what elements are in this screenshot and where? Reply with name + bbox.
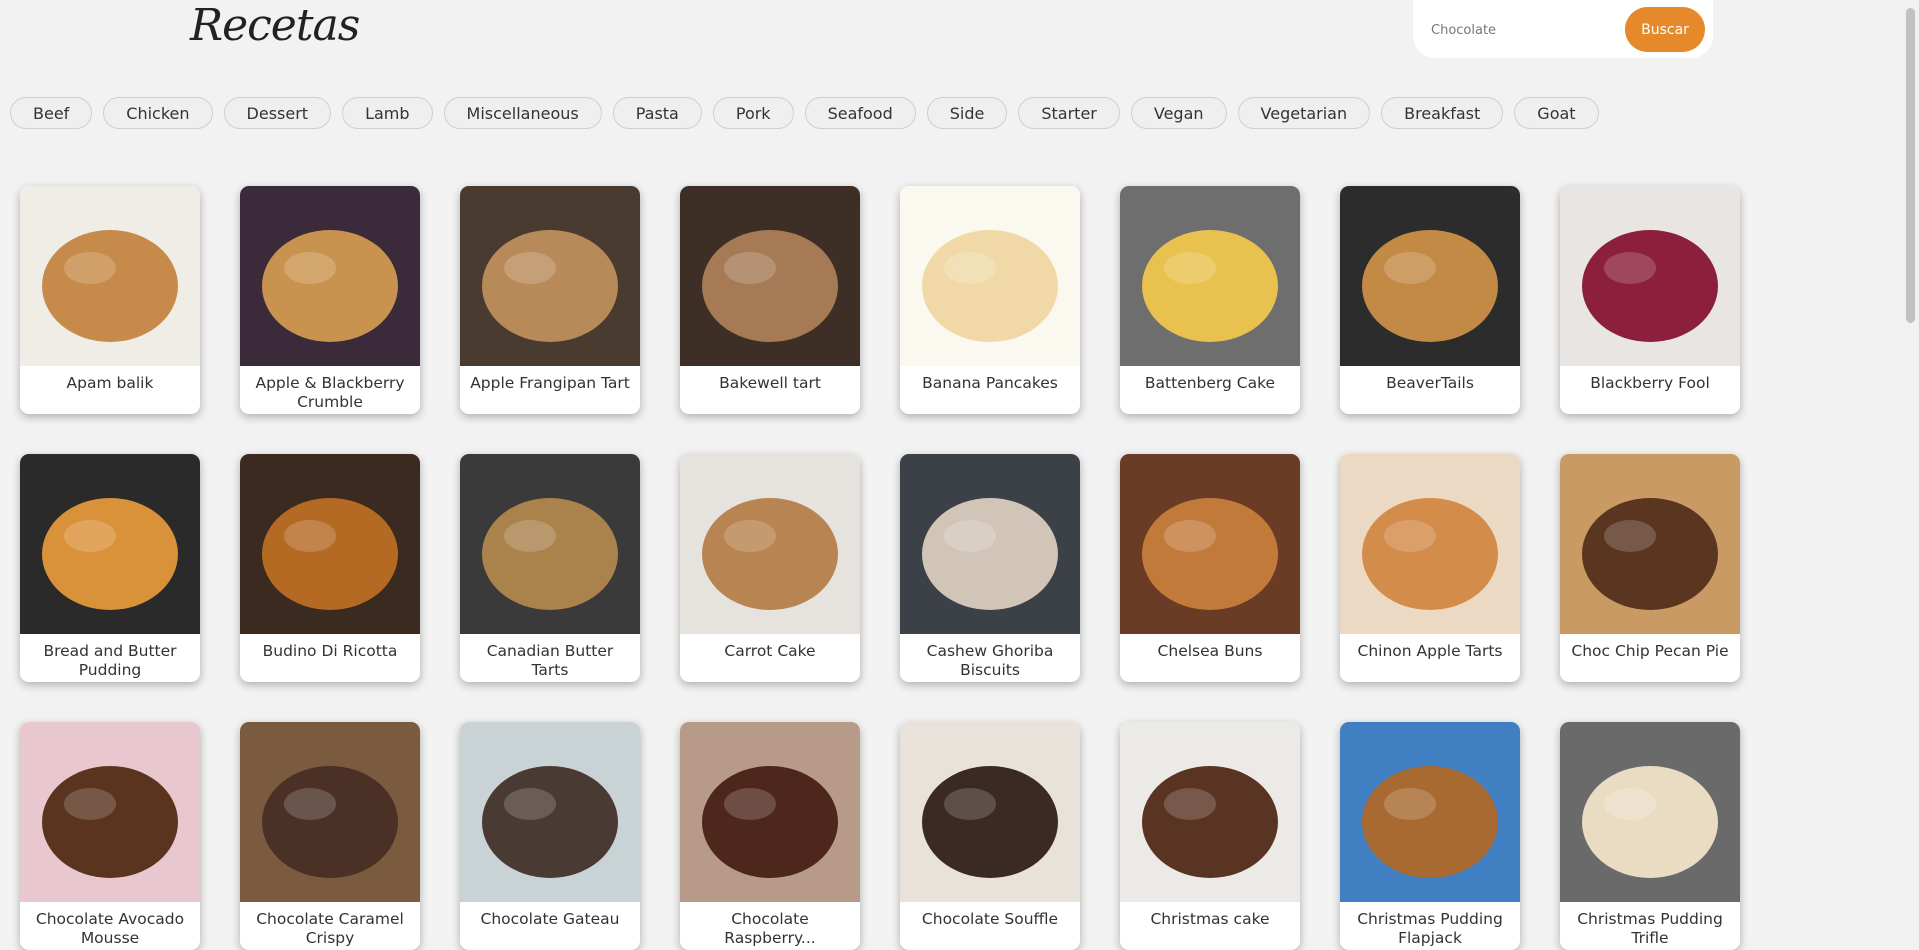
- recipe-card[interactable]: Budino Di Ricotta: [240, 454, 420, 682]
- recipe-title: BeaverTails: [1386, 374, 1474, 392]
- recipe-title: Banana Pancakes: [922, 374, 1058, 392]
- category-filter-bar: Beef Chicken Dessert Lamb Miscellaneous Pasta…: [10, 97, 1599, 129]
- category-miscellaneous[interactable]: Miscellaneous: [443, 97, 602, 129]
- category-vegetarian[interactable]: Vegetarian: [1237, 97, 1371, 129]
- search-bar: Buscar: [1413, 0, 1713, 58]
- recipe-title: Chinon Apple Tarts: [1357, 642, 1503, 660]
- recipe-card[interactable]: Bakewell tart: [680, 186, 860, 414]
- category-vegan[interactable]: Vegan: [1130, 97, 1227, 129]
- recipe-card[interactable]: Choc Chip Pecan Pie: [1560, 454, 1740, 682]
- recipe-card[interactable]: Chocolate Souffle: [900, 722, 1080, 950]
- recipe-title: Chocolate Avocado Mousse: [35, 910, 185, 947]
- recipe-title: Budino Di Ricotta: [262, 642, 398, 660]
- recipe-title: Chocolate Souffle: [921, 910, 1059, 928]
- recipe-image[interactable]: [900, 722, 1080, 902]
- category-starter[interactable]: Starter: [1018, 97, 1120, 129]
- category-side[interactable]: Side: [926, 97, 1008, 129]
- category-lamb[interactable]: Lamb: [342, 97, 433, 129]
- recipe-card[interactable]: BeaverTails: [1340, 186, 1520, 414]
- recipe-image[interactable]: [240, 454, 420, 634]
- recipe-card[interactable]: Chocolate Raspberry...: [680, 722, 860, 950]
- recipe-image[interactable]: [20, 454, 200, 634]
- recipe-title: Bread and Butter Pudding: [43, 642, 177, 679]
- recipe-image[interactable]: [1560, 454, 1740, 634]
- recipe-title: Christmas Pudding Flapjack: [1357, 910, 1503, 947]
- recipe-title: Bakewell tart: [719, 374, 821, 392]
- category-goat[interactable]: Goat: [1514, 97, 1599, 129]
- recipe-card[interactable]: Apam balik: [20, 186, 200, 414]
- recipe-card[interactable]: Carrot Cake: [680, 454, 860, 682]
- recipe-image[interactable]: [1340, 722, 1520, 902]
- recipe-title: Christmas cake: [1150, 910, 1270, 928]
- recipe-card[interactable]: Cashew Ghoriba Biscuits: [900, 454, 1080, 682]
- recipe-card[interactable]: Bread and Butter Pudding: [20, 454, 200, 682]
- category-pasta[interactable]: Pasta: [612, 97, 702, 129]
- recipe-card[interactable]: Canadian Butter Tarts: [460, 454, 640, 682]
- recipe-image[interactable]: [1340, 186, 1520, 366]
- recipe-title: Chelsea Buns: [1157, 642, 1263, 660]
- recipe-title: Apam balik: [66, 374, 154, 392]
- recipe-image[interactable]: [1120, 722, 1300, 902]
- recipe-card[interactable]: Chinon Apple Tarts: [1340, 454, 1520, 682]
- recipe-card[interactable]: Chocolate Gateau: [460, 722, 640, 950]
- recipe-card[interactable]: Christmas Pudding Flapjack: [1340, 722, 1520, 950]
- recipe-title: Apple & Blackberry Crumble: [255, 374, 405, 411]
- recipe-image[interactable]: [20, 722, 200, 902]
- recipe-title: Chocolate Raspberry...: [724, 910, 816, 947]
- recipe-image[interactable]: [1120, 454, 1300, 634]
- recipe-image[interactable]: [900, 454, 1080, 634]
- recipe-title: Chocolate Gateau: [480, 910, 620, 928]
- scrollbar-thumb[interactable]: [1906, 8, 1915, 323]
- recipe-title: Blackberry Fool: [1590, 374, 1710, 392]
- recipe-image[interactable]: [680, 186, 860, 366]
- site-logo[interactable]: Recetas: [190, 0, 360, 51]
- recipe-card[interactable]: Chocolate Caramel Crispy: [240, 722, 420, 950]
- recipe-card[interactable]: Battenberg Cake: [1120, 186, 1300, 414]
- recipe-image[interactable]: [240, 186, 420, 366]
- recipe-image[interactable]: [460, 722, 640, 902]
- recipe-title: Battenberg Cake: [1144, 374, 1276, 392]
- recipe-grid: Apam balik Apple & Blackberry Crumble Appl…: [20, 186, 1740, 950]
- recipe-title: Christmas Pudding Trifle: [1577, 910, 1723, 947]
- recipe-image[interactable]: [460, 454, 640, 634]
- recipe-image[interactable]: [1120, 186, 1300, 366]
- recipe-image[interactable]: [20, 186, 200, 366]
- recipe-card[interactable]: Blackberry Fool: [1560, 186, 1740, 414]
- recipe-card[interactable]: Banana Pancakes: [900, 186, 1080, 414]
- category-breakfast[interactable]: Breakfast: [1381, 97, 1504, 129]
- recipe-image[interactable]: [240, 722, 420, 902]
- recipe-card[interactable]: Apple & Blackberry Crumble: [240, 186, 420, 414]
- recipe-image[interactable]: [460, 186, 640, 366]
- search-input[interactable]: [1429, 16, 1603, 44]
- category-pork[interactable]: Pork: [712, 97, 794, 129]
- category-dessert[interactable]: Dessert: [223, 97, 332, 129]
- recipe-title: Cashew Ghoriba Biscuits: [926, 642, 1054, 679]
- recipe-card[interactable]: Chocolate Avocado Mousse: [20, 722, 200, 950]
- recipe-card[interactable]: Christmas cake: [1120, 722, 1300, 950]
- recipe-image[interactable]: [900, 186, 1080, 366]
- recipe-title: Canadian Butter Tarts: [486, 642, 614, 679]
- recipe-image[interactable]: [680, 454, 860, 634]
- recipe-card[interactable]: Christmas Pudding Trifle: [1560, 722, 1740, 950]
- recipe-image[interactable]: [1560, 186, 1740, 366]
- recipe-card[interactable]: Apple Frangipan Tart: [460, 186, 640, 414]
- recipe-title: Choc Chip Pecan Pie: [1571, 642, 1729, 660]
- category-seafood[interactable]: Seafood: [804, 97, 916, 129]
- recipe-title: Apple Frangipan Tart: [470, 374, 630, 392]
- category-chicken[interactable]: Chicken: [103, 97, 213, 129]
- recipe-image[interactable]: [1560, 722, 1740, 902]
- recipe-image[interactable]: [1340, 454, 1520, 634]
- vertical-scrollbar[interactable]: [1902, 0, 1919, 946]
- category-beef[interactable]: Beef: [10, 97, 93, 129]
- recipe-image[interactable]: [680, 722, 860, 902]
- search-button[interactable]: Buscar: [1625, 7, 1705, 52]
- recipe-title: Chocolate Caramel Crispy: [256, 910, 404, 947]
- recipe-title: Carrot Cake: [724, 642, 816, 660]
- recipe-card[interactable]: Chelsea Buns: [1120, 454, 1300, 682]
